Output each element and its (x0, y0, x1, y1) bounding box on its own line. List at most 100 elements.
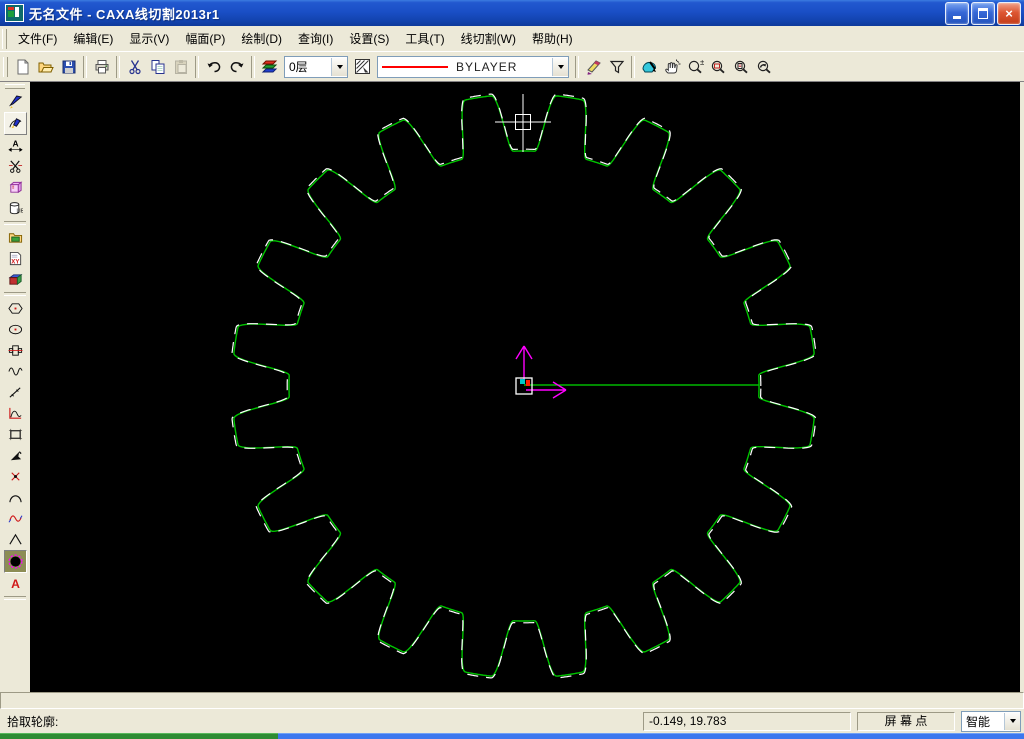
minimize-button[interactable] (945, 2, 969, 25)
cad-viewport[interactable] (30, 82, 1020, 694)
menu-help[interactable]: 帮助(H) (524, 27, 581, 50)
menu-view[interactable]: 显示(V) (121, 27, 177, 50)
paste-button[interactable] (169, 55, 192, 78)
render-box-icon (8, 272, 23, 287)
menu-sheet[interactable]: 幅面(P) (177, 27, 233, 50)
toolbar-separator (631, 56, 635, 78)
new-file-icon (15, 59, 31, 75)
linetype-button[interactable] (351, 55, 374, 78)
layers-button[interactable] (258, 55, 281, 78)
menu-settings[interactable]: 设置(S) (341, 27, 397, 50)
zoom-previous-button[interactable] (753, 55, 776, 78)
arc-icon (8, 490, 23, 505)
zoom-previous-icon (756, 59, 773, 75)
save-file-button[interactable] (57, 55, 80, 78)
menu-edit[interactable]: 编辑(E) (65, 27, 121, 50)
line-button[interactable] (4, 382, 27, 403)
point-mode-toggle[interactable]: 屏 幕 点 (857, 712, 955, 731)
menu-file[interactable]: 文件(F) (10, 27, 65, 50)
menu-query[interactable]: 查询(I) (290, 27, 341, 50)
wave-button[interactable] (4, 361, 27, 382)
menu-wirecut[interactable]: 线切割(W) (453, 27, 524, 50)
open-file-icon (38, 59, 54, 75)
point-button[interactable] (4, 466, 27, 487)
zoom-all-icon (733, 59, 750, 75)
sketch-pencil-icon (8, 94, 23, 109)
block-box-button[interactable] (4, 177, 27, 198)
arc-button[interactable] (4, 487, 27, 508)
menubar-grip[interactable] (2, 29, 7, 49)
app-icon[interactable] (5, 4, 24, 22)
linetype-color-combo[interactable]: BYLAYER (377, 56, 569, 78)
text-button[interactable]: A (4, 573, 27, 594)
taskbar-green-segment (0, 733, 278, 739)
new-file-button[interactable] (11, 55, 34, 78)
gear-contour (234, 96, 814, 676)
snap-mode-combo[interactable]: 智能 (961, 711, 1021, 732)
linetype-icon (354, 58, 371, 75)
chevron-down-icon (337, 65, 343, 69)
style-brush-button[interactable] (582, 55, 605, 78)
copy-icon (150, 59, 166, 75)
print-button[interactable] (90, 55, 113, 78)
layers-icon (261, 59, 278, 75)
trim-scissors-button[interactable] (4, 156, 27, 177)
close-button[interactable]: × (997, 2, 1021, 25)
curve-pencil-icon (8, 116, 23, 131)
sketch-pencil-button[interactable] (4, 91, 27, 112)
menu-draw[interactable]: 绘制(D) (233, 27, 290, 50)
rectangle-icon (8, 427, 23, 442)
svg-text:A: A (12, 138, 18, 148)
cut-icon (127, 59, 143, 75)
toolbar-grip[interactable] (3, 57, 8, 77)
zoom-all-button[interactable] (730, 55, 753, 78)
formula-curve-button[interactable] (4, 403, 27, 424)
formula-curve-icon (8, 406, 23, 421)
rectangle-button[interactable] (4, 424, 27, 445)
redraw-button[interactable] (638, 55, 661, 78)
linetype-combo-value: BYLAYER (452, 60, 552, 74)
menu-tools[interactable]: 工具(T) (397, 27, 452, 50)
snap-marker-1 (526, 380, 530, 386)
redo-icon (229, 59, 245, 75)
undo-button[interactable] (202, 55, 225, 78)
xy-data-button[interactable]: XY (4, 248, 27, 269)
gear-tool-button[interactable] (4, 550, 27, 573)
image-folder-button[interactable] (4, 227, 27, 248)
zoom-window-button[interactable] (707, 55, 730, 78)
polyline-button[interactable] (4, 529, 27, 550)
polygon-button[interactable] (4, 298, 27, 319)
copy-button[interactable] (146, 55, 169, 78)
polyline-icon (8, 532, 23, 547)
toolbar-separator (195, 56, 199, 78)
wave-icon (8, 364, 23, 379)
flange-button[interactable] (4, 340, 27, 361)
linetype-combo-dropdown-button[interactable] (552, 58, 568, 76)
open-file-button[interactable] (34, 55, 57, 78)
toolbox-grip[interactable] (5, 84, 25, 89)
dimension-text-button[interactable]: A (4, 135, 27, 156)
drawing-canvas[interactable] (30, 82, 1020, 692)
point-icon (8, 469, 23, 484)
render-box-button[interactable] (4, 269, 27, 290)
layer-combo[interactable]: 0层 (284, 56, 348, 78)
ellipse-button[interactable] (4, 319, 27, 340)
chevron-down-icon (558, 65, 564, 69)
cut-button[interactable] (123, 55, 146, 78)
redo-button[interactable] (225, 55, 248, 78)
xy-data-icon: XY (8, 251, 23, 266)
snap-mode-dropdown-button[interactable] (1004, 713, 1020, 730)
zoom-in-out-button[interactable]: ± (684, 55, 707, 78)
pick-arrow-button[interactable] (4, 445, 27, 466)
library-button[interactable]: LIB (4, 198, 27, 219)
spline-button[interactable] (4, 508, 27, 529)
zoom-window-icon (710, 59, 727, 75)
pick-settings-button[interactable] (661, 55, 684, 78)
layer-combo-dropdown-button[interactable] (331, 58, 347, 76)
restore-button[interactable] (971, 2, 995, 25)
curve-pencil-button[interactable] (4, 112, 27, 135)
command-input-row[interactable] (0, 692, 1024, 709)
filter-button[interactable] (605, 55, 628, 78)
status-bar: 拾取轮廓: -0.149, 19.783 屏 幕 点 智能 (0, 709, 1024, 733)
save-icon (61, 59, 77, 75)
